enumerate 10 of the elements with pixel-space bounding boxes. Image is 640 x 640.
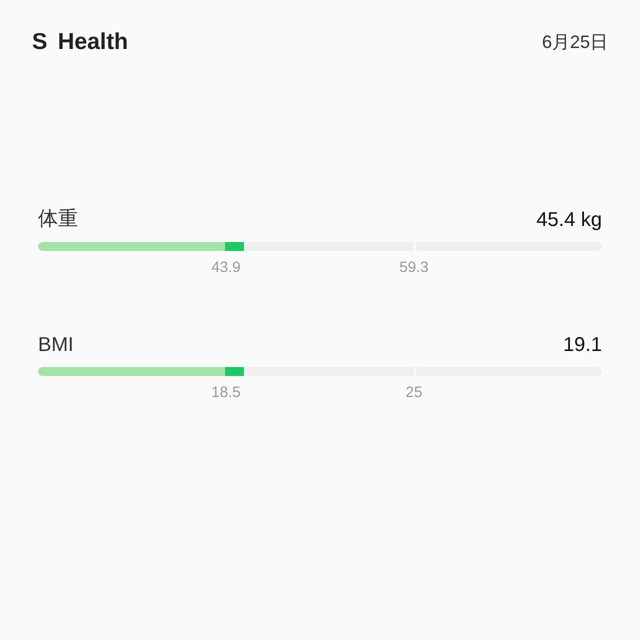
range-tick-label: 43.9 xyxy=(210,259,242,276)
app-title: S Health xyxy=(32,28,128,55)
range-tick-label: 25 xyxy=(404,384,424,401)
date-label: 6月25日 xyxy=(542,30,608,54)
range-tick-label: 59.3 xyxy=(398,259,430,276)
metric-label: 体重 xyxy=(38,207,78,232)
metric-value: 45.4 kg xyxy=(536,209,602,232)
range-tick-label: 18.5 xyxy=(210,384,242,401)
metric-value: 19.1 xyxy=(563,334,602,357)
metric-label: BMI xyxy=(38,334,74,357)
